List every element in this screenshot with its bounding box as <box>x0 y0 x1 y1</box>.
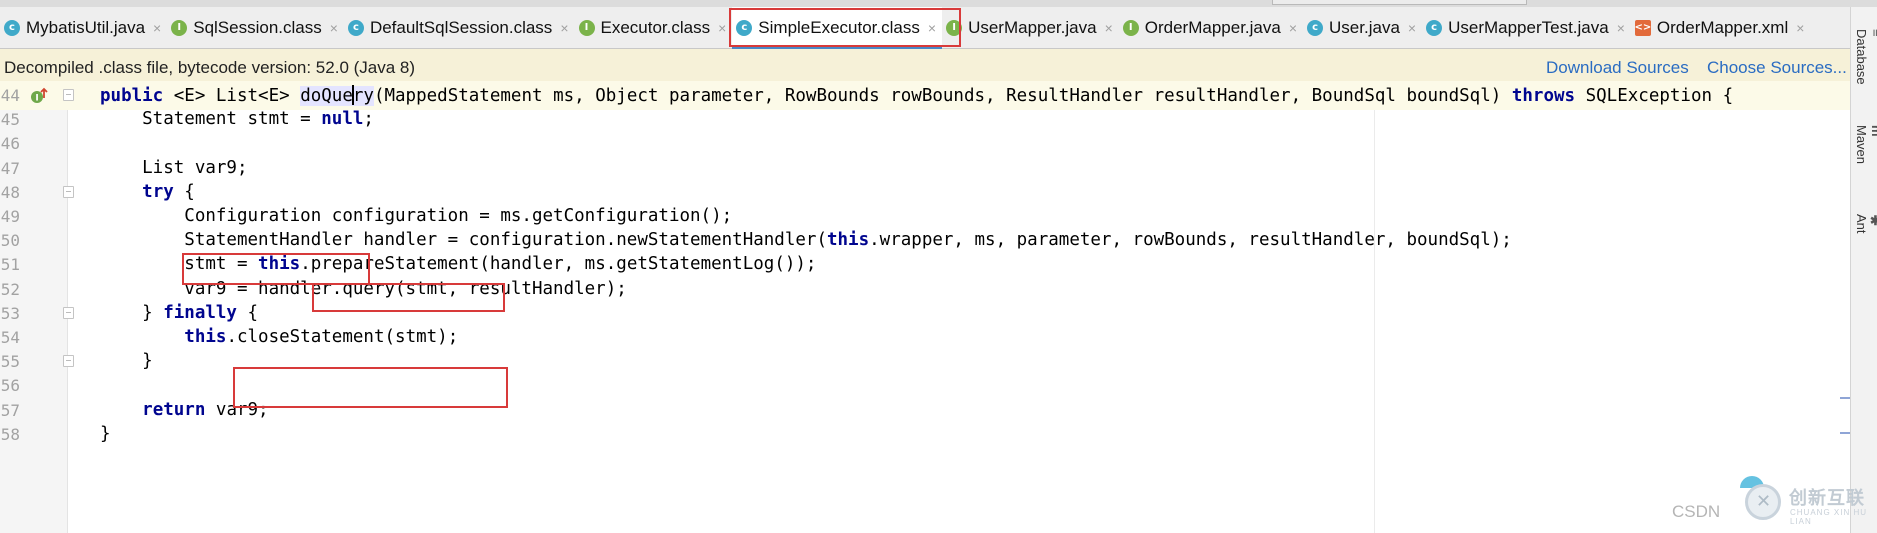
close-icon[interactable]: × <box>1289 20 1297 36</box>
tab-label: SqlSession.class <box>193 17 322 37</box>
class-icon: c <box>1307 19 1324 36</box>
tool-ant-label: Ant <box>1854 214 1869 234</box>
search-field-edge[interactable] <box>1272 0 1527 5</box>
fold-marker-icon[interactable] <box>63 185 74 198</box>
line-number: 48 <box>0 182 20 202</box>
code-text: } finally { <box>100 302 259 323</box>
tab-label: UserMapper.java <box>968 17 1097 37</box>
watermark-logo-icon <box>1745 484 1781 520</box>
line-number: 53 <box>0 303 20 323</box>
svg-text:I: I <box>35 94 38 104</box>
database-icon: ≡ <box>1869 29 1877 37</box>
interface-icon: I <box>171 19 188 36</box>
code-line[interactable]: 58} <box>0 420 1850 449</box>
code-text: Statement stmt = null; <box>100 109 374 130</box>
tab-executor-class[interactable]: I Executor.class × <box>575 7 733 49</box>
close-icon[interactable]: × <box>1105 20 1113 36</box>
close-icon[interactable]: × <box>560 20 568 36</box>
line-number: 49 <box>0 207 20 226</box>
choose-sources-link[interactable]: Choose Sources... <box>1707 58 1847 78</box>
tab-usermappertest-java[interactable]: c UserMapperTest.java × <box>1422 7 1631 49</box>
tab-label: UserMapperTest.java <box>1448 17 1609 37</box>
decompiled-message: Decompiled .class file, bytecode version… <box>4 58 416 77</box>
tab-defaultsqlsession-class[interactable]: c DefaultSqlSession.class × <box>344 7 575 49</box>
line-number: 46 <box>0 134 20 154</box>
close-icon[interactable]: × <box>1796 20 1804 36</box>
class-icon: c <box>1426 19 1443 36</box>
tab-mybatisutil-java[interactable]: c MybatisUtil.java × <box>0 7 167 49</box>
tab-label: OrderMapper.xml <box>1656 17 1789 37</box>
right-tool-strip: ≡ Database m Maven ✱ Ant <box>1850 7 1877 533</box>
tab-ordermapper-xml[interactable]: <> OrderMapper.xml × <box>1631 7 1811 49</box>
maven-icon: m <box>1869 125 1877 137</box>
close-icon[interactable]: × <box>718 20 726 36</box>
xml-icon: <> <box>1635 19 1651 36</box>
code-text: this.closeStatement(stmt); <box>184 327 459 347</box>
watermark-logo: 创新互联 CHUANG XIN HU LIAN <box>1727 476 1877 533</box>
tab-user-java[interactable]: c User.java × <box>1303 7 1422 49</box>
tab-label: Executor.class <box>600 17 711 37</box>
watermark-csdn: CSDN <box>1672 502 1721 521</box>
close-icon[interactable]: × <box>330 20 338 36</box>
tab-label: OrderMapper.java <box>1144 17 1281 37</box>
code-text: } <box>100 351 153 372</box>
annotation-box-simpleexecutor-tab <box>729 8 961 47</box>
tool-ant[interactable]: ✱ Ant <box>1854 214 1877 234</box>
tab-label: MybatisUtil.java <box>26 17 146 37</box>
class-icon: c <box>347 19 364 36</box>
line-number: 57 <box>0 400 20 420</box>
fold-marker-icon[interactable] <box>63 306 74 319</box>
code-text: public <E> List<E> doQuery(MappedStateme… <box>100 85 1734 106</box>
line-number: 56 <box>0 376 20 396</box>
close-icon[interactable]: × <box>153 20 161 36</box>
line-number: 47 <box>0 158 20 178</box>
annotation-box-closestatement <box>233 367 508 408</box>
tab-usermapper-java[interactable]: I UserMapper.java × <box>942 7 1119 49</box>
watermark-brand-sub: CHUANG XIN HU LIAN <box>1790 508 1868 526</box>
annotation-box-preparestatement <box>312 283 505 312</box>
close-icon[interactable]: × <box>1617 20 1625 36</box>
tool-database[interactable]: ≡ Database <box>1854 29 1877 85</box>
override-method-icon[interactable]: I <box>30 86 48 106</box>
tab-label: User.java <box>1329 17 1400 37</box>
close-icon[interactable]: × <box>1408 20 1416 36</box>
scrollbar-marker[interactable] <box>1840 397 1850 399</box>
fold-marker-icon[interactable] <box>63 89 74 101</box>
line-number: 51 <box>0 255 20 275</box>
code-text: } <box>100 423 111 444</box>
scrollbar-marker[interactable] <box>1840 432 1850 434</box>
tab-label: DefaultSqlSession.class <box>369 17 553 37</box>
tool-maven-label: Maven <box>1854 125 1869 165</box>
code-text: try { <box>142 181 195 202</box>
fold-marker-icon[interactable] <box>63 355 74 368</box>
watermark-brand: 创新互联 <box>1789 488 1865 509</box>
code-text: List var9; <box>100 157 248 178</box>
line-number: 50 <box>0 231 20 251</box>
tab-ordermapper-java[interactable]: I OrderMapper.java × <box>1119 7 1303 49</box>
interface-icon: I <box>1122 19 1139 36</box>
tool-database-label: Database <box>1854 29 1869 85</box>
line-number: 54 <box>0 328 20 347</box>
tab-sqlsession-class[interactable]: I SqlSession.class × <box>167 7 344 49</box>
line-number: 45 <box>0 110 20 130</box>
annotation-box-statementhandler <box>182 253 370 285</box>
interface-icon: I <box>578 19 595 36</box>
ant-icon: ✱ <box>1869 214 1877 229</box>
class-icon: c <box>4 19 20 36</box>
download-sources-link[interactable]: Download Sources <box>1546 58 1689 78</box>
line-number: 55 <box>0 352 20 372</box>
line-number: 52 <box>0 279 20 299</box>
code-text: StatementHandler handler = configuration… <box>100 230 1512 251</box>
tool-maven[interactable]: m Maven <box>1854 125 1877 164</box>
line-number: 58 <box>0 424 20 444</box>
code-text: Configuration configuration = ms.getConf… <box>100 206 733 226</box>
line-number: 44 <box>0 86 20 105</box>
